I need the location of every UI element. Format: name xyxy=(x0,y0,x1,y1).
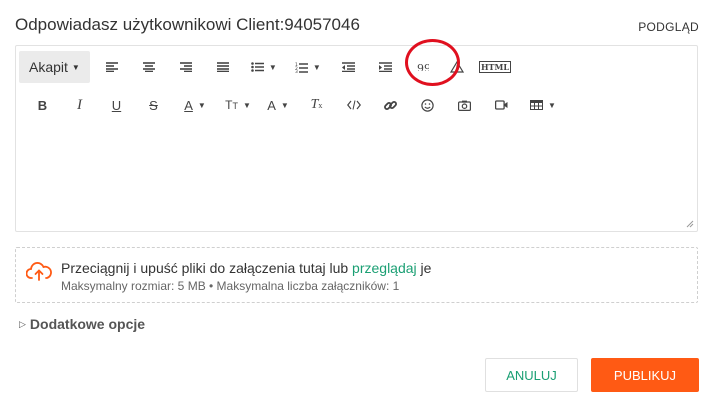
more-options-toggle[interactable]: ▷ Dodatkowe opcje xyxy=(19,316,145,332)
underline-icon[interactable]: U xyxy=(98,89,135,121)
chevron-down-icon: ▼ xyxy=(548,100,556,110)
align-center-icon[interactable] xyxy=(131,51,168,83)
numbered-list-icon[interactable]: 123 ▼ xyxy=(286,51,330,83)
image-icon[interactable] xyxy=(446,89,483,121)
video-icon[interactable] xyxy=(483,89,520,121)
align-justify-icon[interactable] xyxy=(205,51,242,83)
toolbar-row-1: Akapit ▼ ▼ 123 ▼ 99 HTML xyxy=(19,50,518,84)
chevron-down-icon: ▼ xyxy=(280,100,289,110)
svg-text:3: 3 xyxy=(295,69,298,73)
more-options-label: Dodatkowe opcje xyxy=(29,316,146,332)
svg-text:99: 99 xyxy=(417,63,429,71)
dropzone-text-after: je xyxy=(416,260,432,276)
upload-limits: Maksymalny rozmiar: 5 MB • Maksymalna li… xyxy=(61,279,400,293)
cloud-upload-icon xyxy=(26,262,52,281)
publish-button[interactable]: PUBLIKUJ xyxy=(591,358,699,392)
indent-icon[interactable] xyxy=(367,51,404,83)
paragraph-format-label: Akapit xyxy=(29,59,68,75)
resize-grip-icon[interactable] xyxy=(686,220,694,228)
font-family-icon[interactable]: A ▼ xyxy=(258,89,298,121)
link-icon[interactable] xyxy=(372,89,409,121)
outdent-icon[interactable] xyxy=(330,51,367,83)
cancel-button[interactable]: ANULUJ xyxy=(485,358,578,392)
chevron-down-icon: ▼ xyxy=(268,62,277,72)
dropzone-text-before: Przeciągnij i upuść pliki do załączenia … xyxy=(61,260,353,276)
caret-right-icon: ▷ xyxy=(19,318,26,329)
emoji-icon[interactable] xyxy=(409,89,446,121)
bold-icon[interactable]: B xyxy=(24,89,61,121)
toolbar-row-2: B I U S A ▼ TT ▼ A ▼ Tx ▼ xyxy=(24,88,566,122)
chevron-down-icon: ▼ xyxy=(312,62,321,72)
chevron-down-icon: ▼ xyxy=(71,62,80,72)
bulleted-list-icon[interactable]: ▼ xyxy=(242,51,286,83)
text-color-icon[interactable]: A ▼ xyxy=(172,89,218,121)
preview-link[interactable]: PODGLĄD xyxy=(638,20,699,34)
clear-formatting-icon[interactable]: Tx xyxy=(298,89,335,121)
chevron-down-icon: ▼ xyxy=(242,100,251,110)
italic-icon[interactable]: I xyxy=(61,89,98,121)
code-icon[interactable] xyxy=(335,89,372,121)
strikethrough-icon[interactable]: S xyxy=(135,89,172,121)
blockquote-icon[interactable]: 99 xyxy=(404,51,442,83)
align-right-icon[interactable] xyxy=(168,51,205,83)
html-icon[interactable]: HTML xyxy=(472,51,518,83)
warning-icon[interactable] xyxy=(442,51,472,83)
table-icon[interactable]: ▼ xyxy=(520,89,566,121)
dropzone-instructions: Przeciągnij i upuść pliki do załączenia … xyxy=(61,260,431,276)
page-title: Odpowiadasz użytkownikowi Client:9405704… xyxy=(15,15,360,34)
file-dropzone[interactable]: Przeciągnij i upuść pliki do załączenia … xyxy=(15,247,698,303)
rich-text-editor[interactable]: Akapit ▼ ▼ 123 ▼ 99 HTML B I U S A ▼ TT … xyxy=(15,45,698,232)
paragraph-format-dropdown[interactable]: Akapit ▼ xyxy=(19,51,90,83)
chevron-down-icon: ▼ xyxy=(197,100,206,110)
svg-text:HTML: HTML xyxy=(481,62,509,72)
browse-link[interactable]: przeglądaj xyxy=(352,260,417,276)
align-left-icon[interactable] xyxy=(94,51,131,83)
font-size-icon[interactable]: TT ▼ xyxy=(218,89,258,121)
